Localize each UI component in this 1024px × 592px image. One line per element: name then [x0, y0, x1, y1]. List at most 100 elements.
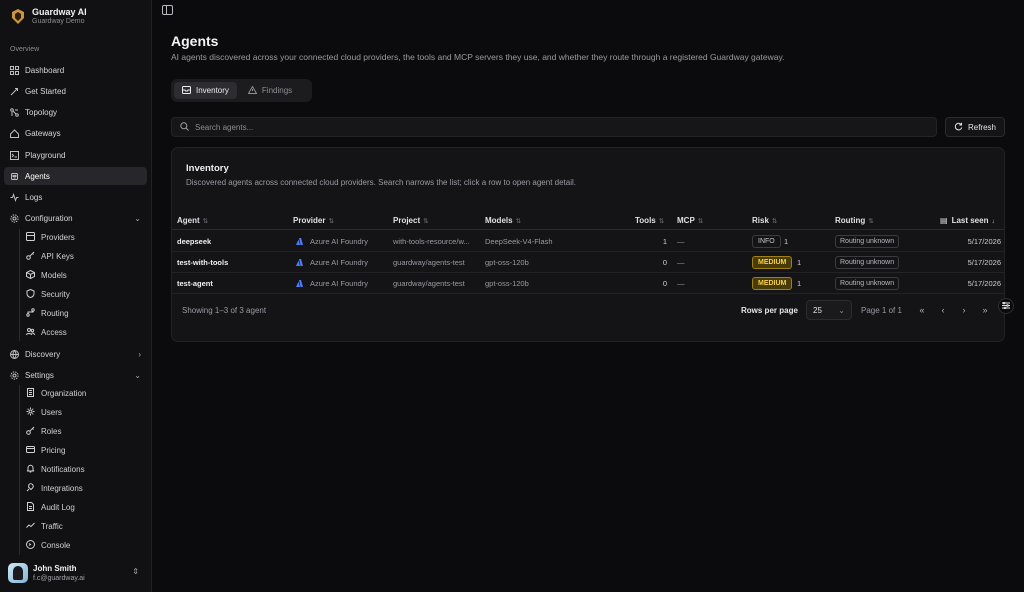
chevron-down-icon: ⌄	[134, 213, 141, 223]
sort-icon: ⇅	[697, 218, 704, 225]
sidebar-item-pricing[interactable]: Pricing	[22, 442, 147, 459]
sidebar-item-label: Console	[41, 541, 71, 550]
page-description: AI agents discovered across your connect…	[171, 52, 785, 62]
cell-project: guardway/agents-test	[393, 258, 465, 267]
grid-icon	[10, 65, 19, 75]
file-icon	[26, 502, 35, 513]
rows-per-page-select[interactable]: 25 ⌄	[806, 300, 852, 320]
sidebar-item-label: Organization	[41, 389, 87, 398]
tab-findings[interactable]: Findings	[240, 82, 300, 99]
column-header-tools[interactable]: Tools ⇅	[635, 216, 664, 225]
routing-badge: Routing unknown	[835, 256, 900, 269]
database-icon	[26, 232, 35, 243]
routing-badge: Routing unknown	[835, 235, 900, 248]
sidebar-item-label: Pricing	[41, 446, 66, 455]
search-bar	[171, 117, 937, 137]
first-page-button[interactable]: «	[913, 300, 931, 320]
sidebar-item-api-keys[interactable]: API Keys	[22, 248, 147, 265]
sidebar-item-access[interactable]: Access	[22, 324, 147, 341]
sidebar-item-label: Agents	[25, 171, 50, 181]
users-icon	[26, 327, 35, 338]
sidebar-item-label: Traffic	[41, 522, 63, 531]
sidebar-item-get-started[interactable]: Get Started	[4, 82, 147, 100]
column-header-project[interactable]: Project ⇅	[393, 216, 429, 225]
brand[interactable]: Guardway AI Guardway Demo	[10, 7, 87, 26]
sidebar-item-label: API Keys	[41, 252, 74, 261]
sidebar-item-notifications[interactable]: Notifications	[22, 461, 147, 478]
sidebar-item-traffic[interactable]: Traffic	[22, 518, 147, 535]
table-row[interactable]: test-with-tools Azure AI Foundry guardwa…	[172, 252, 1004, 273]
sidebar-item-label: Notifications	[41, 465, 85, 474]
sidebar-item-agents[interactable]: Agents	[4, 167, 147, 185]
sidebar-item-logs[interactable]: Logs	[4, 188, 147, 206]
sidebar-item-label: Logs	[25, 192, 43, 202]
sort-icon: ⇅	[423, 218, 429, 225]
sidebar-item-dashboard[interactable]: Dashboard	[4, 61, 147, 79]
trend-icon	[26, 521, 35, 532]
sidebar-item-gateways[interactable]: Gateways	[4, 124, 147, 142]
next-page-button[interactable]: ›	[955, 300, 973, 320]
gear-icon	[10, 370, 19, 380]
sidebar-item-label: Dashboard	[25, 65, 65, 75]
tab-inventory[interactable]: Inventory	[174, 82, 237, 99]
column-header-models[interactable]: Models ⇅	[485, 216, 521, 225]
sidebar-item-playground[interactable]: Playground	[4, 146, 147, 164]
sidebar-item-label: Discovery	[25, 349, 61, 359]
rows-per-page-label: Rows per page	[741, 306, 798, 315]
sidebar-item-audit-log[interactable]: Audit Log	[22, 499, 147, 516]
warning-icon	[247, 84, 258, 96]
column-header-agent[interactable]: Agent ⇅	[177, 216, 208, 225]
refresh-button[interactable]: Refresh	[945, 117, 1005, 137]
cell-provider: Azure AI Foundry	[296, 279, 391, 288]
risk-count: 1	[797, 279, 802, 288]
calendar-icon: ▤	[940, 216, 948, 225]
column-header-risk[interactable]: Risk ⇅	[752, 216, 777, 225]
sidebar-item-routing[interactable]: Routing	[22, 305, 147, 322]
chevron-left-icon: ‹	[941, 305, 945, 315]
bell-icon	[26, 464, 35, 475]
cell-provider: Azure AI Foundry	[296, 258, 391, 267]
sidebar-item-label: Roles	[41, 427, 62, 436]
floating-settings-button[interactable]	[998, 298, 1014, 314]
user-name: John Smith	[33, 563, 77, 573]
chevron-down-icon: ⌄	[838, 305, 845, 315]
prev-page-button[interactable]: ‹	[934, 300, 952, 320]
sidebar-item-providers[interactable]: Providers	[22, 229, 147, 246]
sidebar-toggle-icon[interactable]	[162, 5, 173, 15]
cell-agent: test-with-tools	[177, 258, 229, 267]
brand-title: Guardway AI	[32, 7, 87, 17]
column-header-routing[interactable]: Routing ⇅	[835, 216, 874, 225]
chevron-right-icon: ›	[138, 349, 141, 359]
sidebar-item-console[interactable]: Console	[22, 537, 147, 554]
table-row[interactable]: deepseek Azure AI Foundry with-tools-res…	[172, 231, 1004, 252]
sidebar-item-discovery[interactable]: Discovery ›	[4, 345, 147, 363]
search-input[interactable]	[195, 122, 895, 132]
pagination-summary: Showing 1–3 of 3 agent	[182, 306, 267, 315]
brand-subtitle: Guardway Demo	[32, 18, 85, 25]
sidebar-item-topology[interactable]: Topology	[4, 103, 147, 121]
sidebar-item-label: Routing	[41, 309, 69, 318]
sidebar-item-users[interactable]: Users	[22, 404, 147, 421]
sidebar-item-integrations[interactable]: Integrations	[22, 480, 147, 497]
sidebar-item-roles[interactable]: Roles	[22, 423, 147, 440]
user-menu[interactable]: John Smith f.c@guardway.ai ⇕	[8, 561, 143, 585]
network-icon	[10, 107, 19, 117]
sidebar-item-configuration[interactable]: Configuration ⌄	[4, 209, 147, 227]
risk-badge: MEDIUM	[752, 277, 793, 290]
sort-desc-icon: ↓	[991, 218, 995, 225]
column-header-mcp[interactable]: MCP ⇅	[677, 216, 703, 225]
cell-tools: 0	[662, 258, 667, 267]
sidebar-item-settings[interactable]: Settings ⌄	[4, 366, 147, 384]
sidebar-item-security[interactable]: Security	[22, 286, 147, 303]
last-page-button[interactable]: »	[976, 300, 994, 320]
sidebar-item-label: Gateways	[25, 128, 61, 138]
sidebar-item-models[interactable]: Models	[22, 267, 147, 284]
gear-icon	[10, 213, 19, 223]
sidebar-item-label: Playground	[25, 150, 66, 160]
column-header-last-seen[interactable]: ▤ Last seen ↓	[940, 216, 995, 225]
column-header-provider[interactable]: Provider ⇅	[293, 216, 334, 225]
table-row[interactable]: test-agent Azure AI Foundry guardway/age…	[172, 273, 1004, 294]
cell-mcp: —	[677, 237, 685, 246]
sidebar-item-organization[interactable]: Organization	[22, 385, 147, 402]
cell-models: gpt-oss-120b	[485, 258, 529, 267]
